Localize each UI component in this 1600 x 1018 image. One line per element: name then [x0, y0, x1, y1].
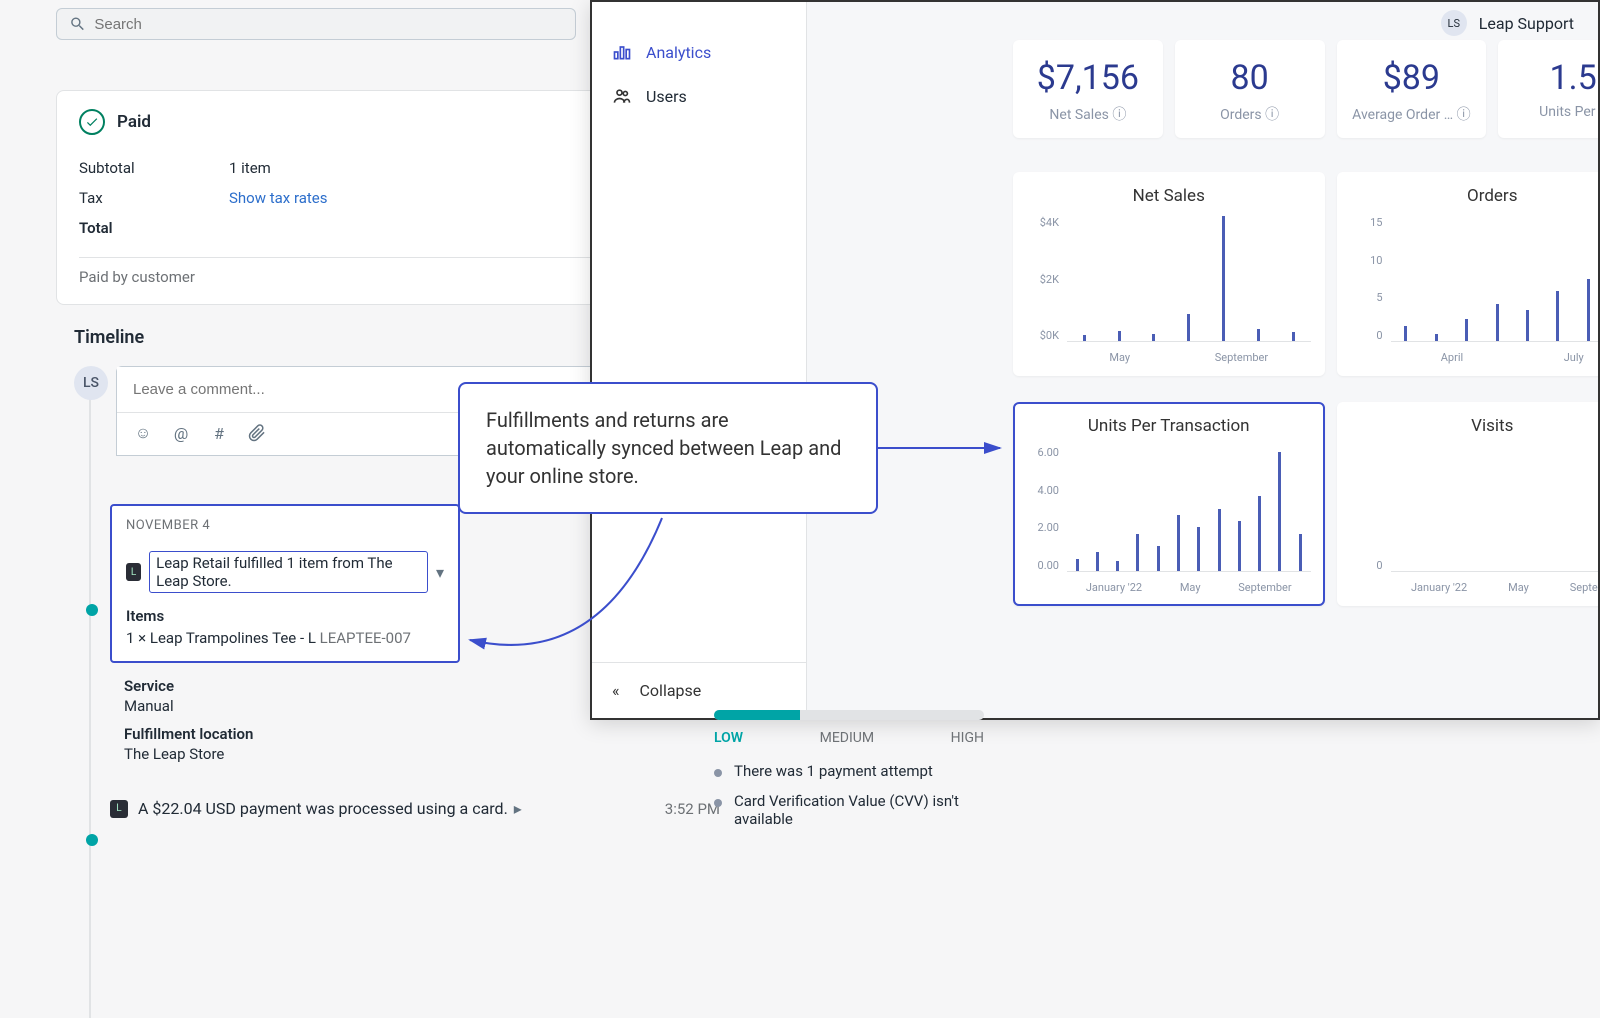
kpi-aov[interactable]: $89 Average Order … ⓘ: [1337, 40, 1487, 138]
sidebar-item-analytics[interactable]: Analytics: [592, 30, 806, 74]
net-sales-chart[interactable]: Net Sales $4K$2K$0K MaySeptember: [1013, 172, 1325, 376]
search-icon: [69, 15, 86, 33]
paid-by-text: Paid by customer: [79, 268, 643, 286]
info-icon[interactable]: ⓘ: [1265, 107, 1279, 123]
service-label: Service: [124, 677, 666, 695]
fulfilled-msg: Leap Retail fulfilled 1 item from The Le…: [149, 551, 428, 593]
kpi-net-sales[interactable]: $7,156 Net Sales ⓘ: [1013, 40, 1163, 138]
orders-chart[interactable]: Orders 151050 AprilJuly: [1337, 172, 1599, 376]
fraud-item-text: There was 1 payment attempt: [734, 762, 933, 780]
kpi-orders[interactable]: 80 Orders ⓘ: [1175, 40, 1325, 138]
location-value: The Leap Store: [124, 745, 666, 763]
subtotal-label: Subtotal: [79, 159, 229, 177]
payment-time: 3:52 PM: [665, 800, 720, 818]
sidebar-item-label: Analytics: [646, 43, 711, 62]
bar-chart-icon: [612, 42, 632, 62]
users-icon: [612, 86, 632, 106]
payment-msg: A $22.04 USD payment was processed using…: [138, 799, 508, 818]
chevron-down-icon[interactable]: ▾: [436, 563, 444, 582]
sidebar-item-label: Users: [646, 87, 687, 106]
service-value: Manual: [124, 697, 666, 715]
hashtag-icon[interactable]: #: [209, 423, 229, 443]
upt-chart[interactable]: Units Per Transaction 6.004.002.000.00 J…: [1013, 402, 1325, 606]
risk-high: HIGH: [951, 730, 984, 746]
fraud-analysis: LOW MEDIUM HIGH There was 1 payment atte…: [714, 710, 984, 840]
location-label: Fulfillment location: [124, 725, 666, 743]
search-box[interactable]: [56, 8, 576, 40]
avatar: LS: [74, 366, 108, 400]
risk-low: LOW: [714, 730, 743, 746]
info-icon[interactable]: ⓘ: [1457, 107, 1471, 123]
analytics-overlay: Analytics Users « Collapse LS Leap Suppo…: [590, 0, 1600, 720]
total-label: Total: [79, 219, 229, 237]
paid-title: Paid: [117, 112, 151, 132]
chevron-right-icon[interactable]: ▸: [514, 799, 522, 818]
chevron-double-left-icon: «: [612, 681, 620, 700]
timeline-date: NOVEMBER 4: [126, 518, 444, 533]
annotation-callout: Fulfillments and returns are automatical…: [458, 382, 878, 514]
sidebar-item-users[interactable]: Users: [592, 74, 806, 118]
items-label: Items: [126, 607, 444, 625]
paid-check-icon: [79, 109, 105, 135]
item-line: 1 × Leap Trampolines Tee - L: [126, 629, 316, 647]
user-name: Leap Support: [1479, 14, 1574, 33]
emoji-icon[interactable]: ☺: [133, 423, 153, 443]
search-input[interactable]: [86, 16, 563, 33]
subtotal-value: 1 item: [229, 159, 271, 177]
paid-card: Paid Subtotal1 item TaxShow tax rates To…: [56, 90, 666, 305]
timeline-highlight: NOVEMBER 4 L Leap Retail fulfilled 1 ite…: [110, 504, 460, 663]
item-sku: LEAPTEE-007: [320, 629, 411, 647]
leap-badge-icon: L: [110, 800, 128, 818]
timeline-title: Timeline: [74, 327, 666, 348]
mention-icon[interactable]: @: [171, 423, 191, 443]
fraud-item-text: Card Verification Value (CVV) isn't avai…: [734, 792, 984, 828]
tax-label: Tax: [79, 189, 229, 207]
info-icon[interactable]: ⓘ: [1112, 107, 1126, 123]
leap-badge-icon: L: [126, 563, 141, 581]
risk-medium: MEDIUM: [820, 730, 874, 746]
visits-chart[interactable]: Visits 0 January '22MaySeptemb: [1337, 402, 1599, 606]
kpi-upt[interactable]: 1.5 Units Per T: [1498, 40, 1598, 138]
user-avatar[interactable]: LS: [1441, 10, 1467, 36]
tax-link[interactable]: Show tax rates: [229, 189, 328, 207]
attach-icon[interactable]: [247, 423, 267, 443]
